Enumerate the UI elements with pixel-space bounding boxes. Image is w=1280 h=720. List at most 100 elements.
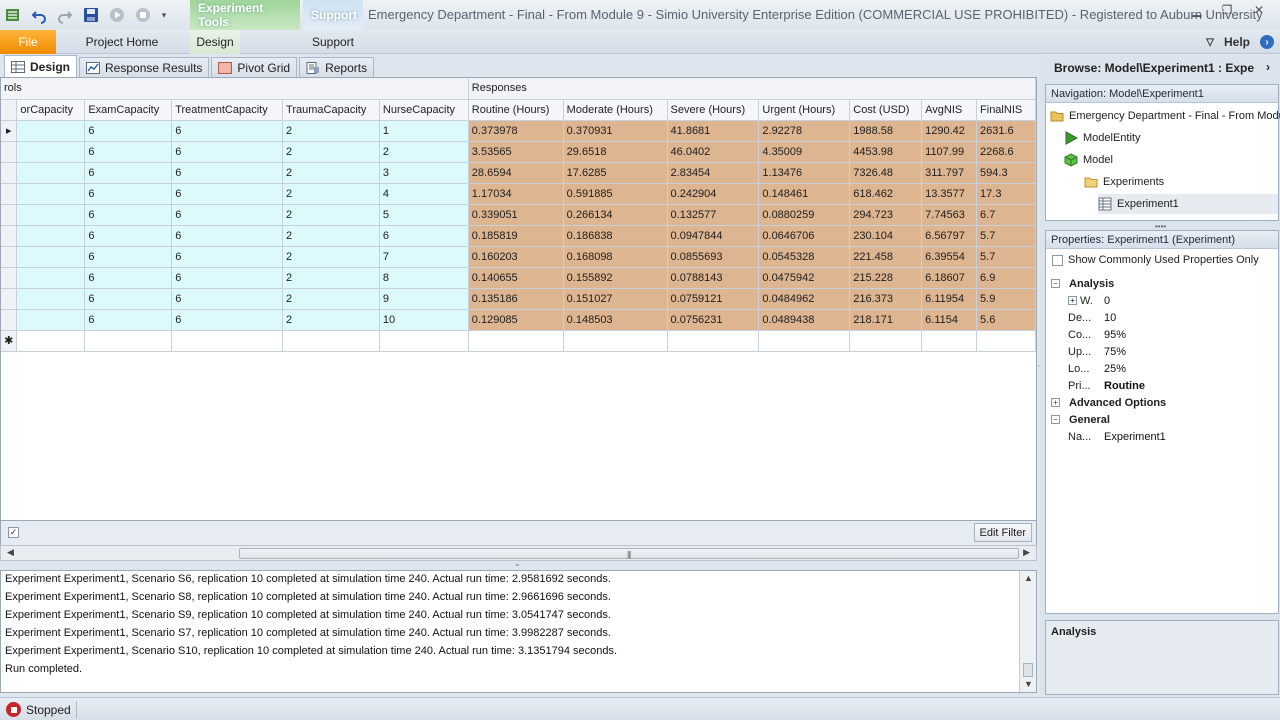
- control-cell[interactable]: 6: [171, 267, 284, 289]
- control-cell[interactable]: 2: [282, 225, 380, 247]
- response-cell[interactable]: 41.8681: [667, 120, 760, 142]
- tree-node-experiment1[interactable]: Experiment1: [1098, 194, 1278, 214]
- column-header[interactable]: TraumaCapacity: [282, 99, 380, 121]
- response-cell[interactable]: 28.6594: [468, 162, 564, 184]
- response-cell[interactable]: 6.9: [976, 267, 1036, 289]
- response-cell[interactable]: 216.373: [849, 288, 923, 310]
- response-cell[interactable]: 0.0646706: [758, 225, 851, 247]
- control-cell[interactable]: 1: [379, 120, 469, 142]
- row-selector[interactable]: [1, 288, 18, 310]
- redo-icon[interactable]: [54, 4, 76, 26]
- response-cell[interactable]: 0.148503: [563, 309, 668, 331]
- response-cell[interactable]: 230.104: [849, 225, 923, 247]
- control-cell[interactable]: 2: [379, 141, 469, 163]
- column-header[interactable]: Cost (USD): [849, 99, 923, 121]
- response-cell[interactable]: 311.797: [921, 162, 978, 184]
- control-cell[interactable]: [16, 141, 86, 163]
- response-cell[interactable]: 6.7: [976, 204, 1036, 226]
- category-advanced-options[interactable]: + Advanced Options: [1046, 394, 1278, 411]
- response-cell[interactable]: 46.0402: [667, 141, 760, 163]
- control-cell[interactable]: 6: [171, 162, 284, 184]
- collapse-icon[interactable]: −: [1051, 279, 1060, 288]
- response-cell[interactable]: 0.339051: [468, 204, 564, 226]
- close-icon[interactable]: ✕: [1242, 0, 1276, 20]
- empty-cell[interactable]: [849, 330, 923, 352]
- app-icon[interactable]: [2, 4, 24, 26]
- control-cell[interactable]: 3: [379, 162, 469, 184]
- column-header[interactable]: Severe (Hours): [667, 99, 760, 121]
- response-cell[interactable]: 3.53565: [468, 141, 564, 163]
- control-cell[interactable]: 6: [84, 246, 173, 268]
- control-cell[interactable]: 6: [84, 141, 173, 163]
- response-cell[interactable]: 7326.48: [849, 162, 923, 184]
- row-selector[interactable]: [1, 204, 18, 226]
- control-cell[interactable]: 10: [379, 309, 469, 331]
- response-cell[interactable]: 5.9: [976, 288, 1036, 310]
- response-cell[interactable]: 0.151027: [563, 288, 668, 310]
- scroll-right-icon[interactable]: ▶: [1023, 547, 1030, 558]
- empty-cell[interactable]: [976, 330, 1036, 352]
- control-cell[interactable]: [16, 162, 86, 184]
- category-general[interactable]: − General: [1046, 411, 1278, 428]
- control-cell[interactable]: 6: [84, 204, 173, 226]
- control-cell[interactable]: 6: [171, 120, 284, 142]
- column-header[interactable]: Urgent (Hours): [758, 99, 851, 121]
- row-selector[interactable]: [1, 183, 18, 205]
- property-value[interactable]: Routine: [1104, 380, 1145, 392]
- response-cell[interactable]: 2268.6: [976, 141, 1036, 163]
- empty-cell[interactable]: [921, 330, 978, 352]
- control-cell[interactable]: 6: [171, 141, 284, 163]
- response-cell[interactable]: 0.160203: [468, 246, 564, 268]
- empty-cell[interactable]: [379, 330, 469, 352]
- response-cell[interactable]: 0.0947844: [667, 225, 760, 247]
- response-cell[interactable]: 0.0880259: [758, 204, 851, 226]
- collapse-icon[interactable]: −: [1051, 415, 1060, 424]
- customize-toolbar-icon[interactable]: ▾: [158, 4, 170, 26]
- control-cell[interactable]: 2: [282, 267, 380, 289]
- control-cell[interactable]: 2: [282, 309, 380, 331]
- control-cell[interactable]: [16, 309, 86, 331]
- column-header[interactable]: Moderate (Hours): [563, 99, 668, 121]
- response-cell[interactable]: 1290.42: [921, 120, 978, 142]
- control-cell[interactable]: 6: [379, 225, 469, 247]
- row-selector[interactable]: ▸: [1, 120, 18, 142]
- property-value[interactable]: 10: [1104, 312, 1116, 324]
- new-row-selector[interactable]: ✱: [1, 330, 18, 352]
- control-cell[interactable]: 6: [84, 162, 173, 184]
- response-cell[interactable]: 5.7: [976, 246, 1036, 268]
- control-cell[interactable]: 6: [84, 288, 173, 310]
- response-cell[interactable]: 29.6518: [563, 141, 668, 163]
- scrollbar-thumb[interactable]: |||: [239, 548, 1019, 559]
- control-cell[interactable]: 8: [379, 267, 469, 289]
- empty-cell[interactable]: [758, 330, 851, 352]
- control-cell[interactable]: 6: [84, 309, 173, 331]
- response-cell[interactable]: 5.7: [976, 225, 1036, 247]
- response-cell[interactable]: 4.35009: [758, 141, 851, 163]
- response-cell[interactable]: 2.83454: [667, 162, 760, 184]
- control-cell[interactable]: 6: [84, 120, 173, 142]
- response-cell[interactable]: 6.18607: [921, 267, 978, 289]
- tab-project-home[interactable]: Project Home: [80, 30, 164, 54]
- table-row[interactable]: 6 6 2 10 0.129085 0.148503 0.0756231 0.0489438 2…: [1, 309, 1036, 331]
- property-row[interactable]: Co... 95%: [1046, 326, 1278, 343]
- property-row[interactable]: Pri... Routine: [1046, 377, 1278, 394]
- table-row[interactable]: ▸ 6 6 2 1 0.373978 0.370931 41.8681 2.92278 1988.…: [1, 120, 1036, 142]
- empty-cell[interactable]: [667, 330, 760, 352]
- control-cell[interactable]: [16, 183, 86, 205]
- response-cell[interactable]: 0.370931: [563, 120, 668, 142]
- save-icon[interactable]: [80, 4, 102, 26]
- tree-node-model[interactable]: Model: [1064, 150, 1113, 170]
- control-cell[interactable]: 4: [379, 183, 469, 205]
- table-row[interactable]: 6 6 2 8 0.140655 0.155892 0.0788143 0.0475942 21…: [1, 267, 1036, 289]
- category-analysis[interactable]: − Analysis: [1046, 275, 1278, 292]
- table-row[interactable]: 6 6 2 4 1.17034 0.591885 0.242904 0.148461 618.4…: [1, 183, 1036, 205]
- tab-design-view[interactable]: Design: [4, 55, 78, 77]
- response-cell[interactable]: 0.135186: [468, 288, 564, 310]
- response-cell[interactable]: 0.0475942: [758, 267, 851, 289]
- response-cell[interactable]: 0.0788143: [667, 267, 760, 289]
- control-cell[interactable]: 6: [171, 309, 284, 331]
- property-value[interactable]: Experiment1: [1104, 431, 1166, 443]
- empty-cell[interactable]: [171, 330, 284, 352]
- property-value[interactable]: 75%: [1104, 346, 1126, 358]
- scroll-up-icon[interactable]: ▲: [1024, 573, 1033, 583]
